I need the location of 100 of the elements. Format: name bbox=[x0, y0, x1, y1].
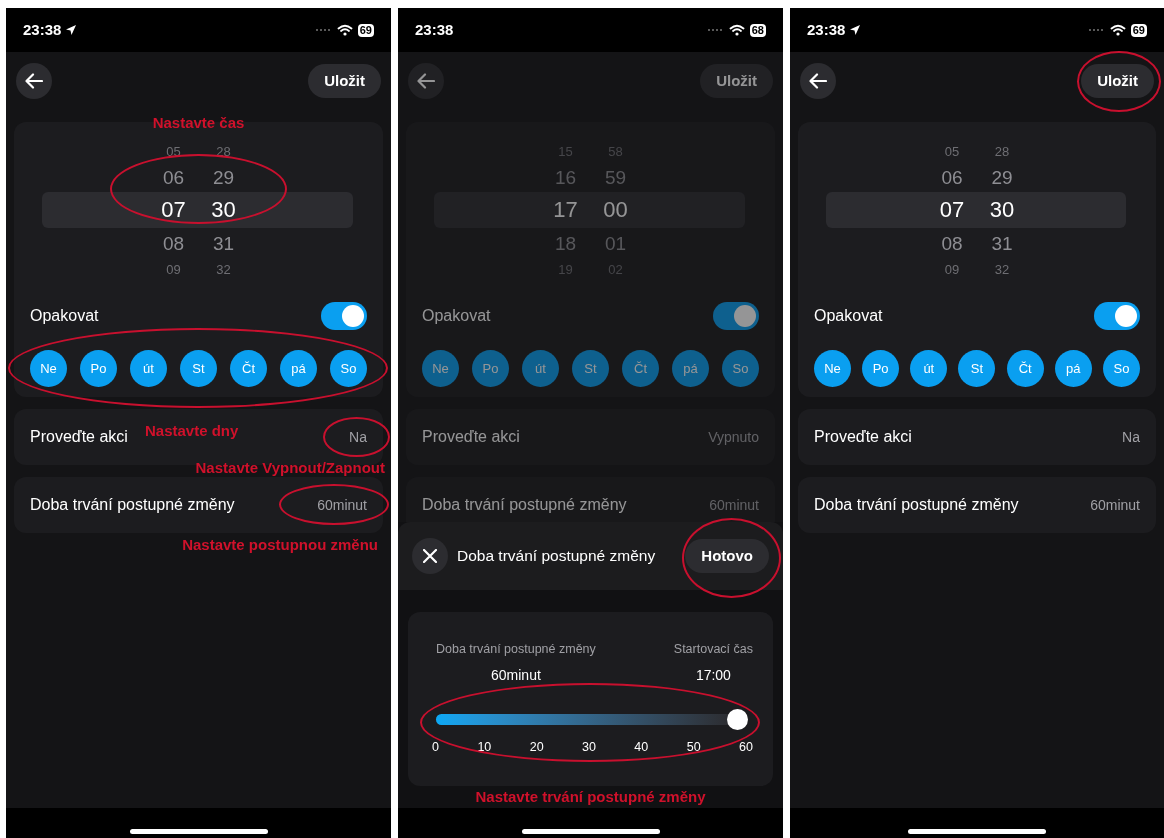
battery-level: 69 bbox=[357, 23, 374, 37]
tick-label: 60 bbox=[739, 738, 753, 756]
picker-number: 05 bbox=[166, 142, 181, 161]
picker-number: 29 bbox=[212, 165, 235, 190]
day-toggle[interactable]: So bbox=[722, 350, 759, 387]
picker-number: 31 bbox=[212, 231, 235, 256]
back-arrow-icon bbox=[25, 73, 43, 89]
setting-row[interactable]: Doba trvání postupné změny 60minut bbox=[798, 477, 1156, 533]
day-toggle[interactable]: So bbox=[330, 350, 367, 387]
day-toggle[interactable]: út bbox=[522, 350, 559, 387]
picker-number: 17 bbox=[553, 196, 578, 224]
day-toggle[interactable]: Po bbox=[80, 350, 117, 387]
wifi-icon bbox=[728, 24, 745, 36]
setting-label: Doba trvání postupné změny bbox=[814, 495, 1019, 515]
setting-value: Na bbox=[349, 427, 367, 447]
day-toggle[interactable]: pá bbox=[1054, 350, 1092, 387]
back-arrow-icon bbox=[417, 73, 435, 89]
picker-number: 18 bbox=[554, 231, 577, 256]
picker-number: 08 bbox=[941, 231, 963, 256]
setting-row[interactable]: Doba trvání postupné změny 60minut bbox=[14, 477, 383, 533]
setting-label: Proveďte akci bbox=[422, 427, 520, 447]
save-button[interactable]: Uložit bbox=[1081, 64, 1154, 98]
picker-number: 07 bbox=[939, 196, 965, 224]
save-button[interactable]: Uložit bbox=[700, 64, 773, 98]
repeat-toggle[interactable] bbox=[321, 302, 367, 330]
setting-label: Proveďte akci bbox=[814, 427, 912, 447]
tick-label: 40 bbox=[634, 738, 649, 756]
sheet-title: Doba trvání postupné změny bbox=[457, 546, 656, 567]
picker-number: 32 bbox=[994, 260, 1010, 279]
back-button[interactable] bbox=[408, 63, 444, 99]
slider-thumb[interactable] bbox=[727, 708, 748, 730]
close-button[interactable] bbox=[412, 538, 448, 574]
picker-number: 05 bbox=[944, 142, 960, 161]
tick-label: 0 bbox=[432, 738, 439, 756]
wifi-icon bbox=[1109, 24, 1126, 36]
setting-value: Na bbox=[1122, 427, 1140, 447]
setting-row[interactable]: Proveďte akci Na bbox=[798, 409, 1156, 465]
tick-label: 20 bbox=[529, 738, 544, 756]
signal-dots-icon bbox=[1087, 28, 1104, 32]
clock-time: 23:38 bbox=[23, 19, 62, 40]
day-toggle[interactable]: pá bbox=[672, 350, 709, 387]
setting-row[interactable]: Proveďte akci Vypnuto bbox=[406, 409, 775, 465]
tick-label: 10 bbox=[477, 738, 492, 756]
day-toggle[interactable]: So bbox=[1102, 350, 1140, 387]
start-time-label: Startovací čas bbox=[673, 641, 753, 658]
duration-value: 60minut bbox=[491, 665, 541, 685]
picker-number: 31 bbox=[991, 231, 1013, 256]
picker-number: 28 bbox=[994, 142, 1010, 161]
day-toggle[interactable]: Ne bbox=[814, 350, 851, 387]
repeat-label: Opakovat bbox=[30, 306, 99, 326]
picker-number: 01 bbox=[604, 231, 627, 256]
day-toggle[interactable]: Ne bbox=[30, 350, 67, 387]
day-toggle[interactable]: pá bbox=[280, 350, 317, 387]
repeat-label: Opakovat bbox=[814, 306, 883, 326]
day-toggle[interactable]: Ne bbox=[422, 350, 459, 387]
close-icon bbox=[423, 549, 437, 563]
wifi-icon bbox=[336, 24, 353, 36]
tick-label: 30 bbox=[582, 738, 596, 756]
day-toggle[interactable]: St bbox=[958, 350, 996, 387]
setting-value: Vypnuto bbox=[708, 427, 759, 447]
day-toggle[interactable]: St bbox=[572, 350, 609, 387]
setting-label: Doba trvání postupné změny bbox=[30, 495, 235, 515]
picker-number: 30 bbox=[211, 196, 236, 224]
save-button[interactable]: Uložit bbox=[308, 64, 381, 98]
annotation-text: Nastavte trvání postupné změny bbox=[474, 787, 707, 807]
day-toggle[interactable]: Po bbox=[472, 350, 509, 387]
duration-label: Doba trvání postupné změny bbox=[436, 641, 596, 658]
clock-time: 23:38 bbox=[807, 19, 846, 40]
day-toggle[interactable]: Čt bbox=[622, 350, 659, 387]
picker-number: 30 bbox=[989, 196, 1015, 224]
picker-number: 07 bbox=[161, 196, 186, 224]
signal-dots-icon bbox=[314, 28, 331, 32]
picker-number: 59 bbox=[604, 165, 627, 190]
duration-slider[interactable] bbox=[436, 708, 745, 730]
repeat-label: Opakovat bbox=[422, 306, 491, 326]
repeat-toggle[interactable] bbox=[1094, 302, 1140, 330]
repeat-toggle[interactable] bbox=[713, 302, 759, 330]
setting-value: 60minut bbox=[709, 495, 759, 515]
day-toggle[interactable]: út bbox=[910, 350, 948, 387]
battery-level: 68 bbox=[749, 23, 766, 37]
done-button[interactable]: Hotovo bbox=[685, 539, 769, 573]
picker-number: 00 bbox=[603, 196, 628, 224]
back-button[interactable] bbox=[16, 63, 52, 99]
day-toggle[interactable]: St bbox=[180, 350, 217, 387]
picker-number: 16 bbox=[554, 165, 577, 190]
setting-value: 60minut bbox=[1090, 495, 1140, 515]
picker-number: 06 bbox=[162, 165, 185, 190]
picker-number: 09 bbox=[944, 260, 960, 279]
setting-value: 60minut bbox=[317, 495, 367, 515]
back-button[interactable] bbox=[800, 63, 836, 99]
day-toggle[interactable]: Čt bbox=[230, 350, 267, 387]
day-toggle[interactable]: út bbox=[130, 350, 167, 387]
day-toggle[interactable]: Po bbox=[862, 350, 900, 387]
clock-time: 23:38 bbox=[415, 19, 454, 40]
start-time-value: 17:00 bbox=[695, 665, 731, 685]
signal-dots-icon bbox=[706, 28, 723, 32]
picker-number: 09 bbox=[166, 260, 181, 279]
day-toggle[interactable]: Čt bbox=[1006, 350, 1044, 387]
battery-level: 69 bbox=[1130, 23, 1147, 37]
annotation-text: Nastavte čas bbox=[151, 113, 246, 133]
